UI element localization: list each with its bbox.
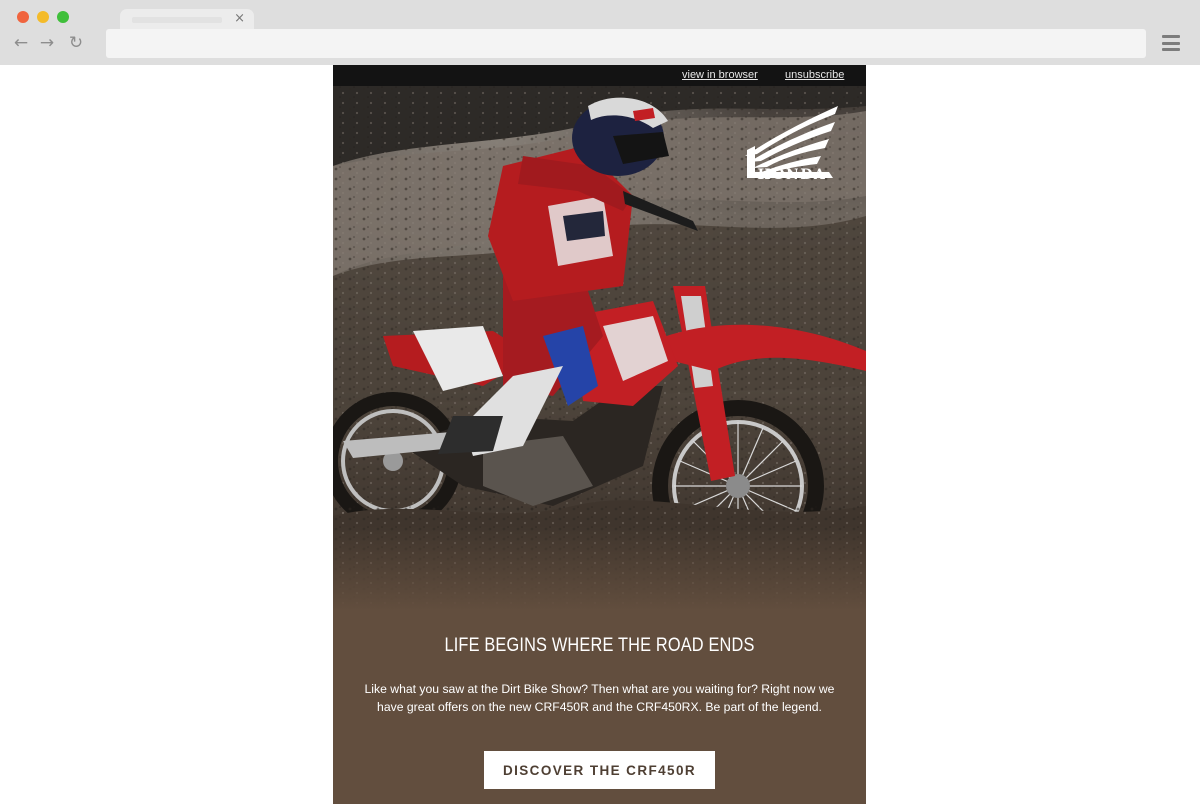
motocross-rider-image: HONDA: [333, 86, 866, 611]
browser-tab[interactable]: ×: [120, 9, 254, 30]
hero-image: HONDA: [333, 86, 866, 611]
tab-title: [132, 17, 222, 23]
arrow-right-icon[interactable]: →: [37, 33, 57, 53]
unsubscribe-link[interactable]: unsubscribe: [785, 69, 844, 81]
hamburger-menu-icon[interactable]: [1160, 33, 1182, 53]
email-headline: LIFE BEGINS WHERE THE ROAD ENDS: [444, 635, 755, 656]
email-top-bar: view in browser unsubscribe: [333, 65, 866, 86]
reload-icon[interactable]: ↻: [66, 33, 86, 53]
email-container: view in browser unsubscribe HONDA LIFE B…: [333, 65, 866, 804]
honda-logo-text: HONDA: [758, 167, 827, 183]
view-in-browser-link[interactable]: view in browser: [682, 69, 758, 81]
email-body-text: Like what you saw at the Dirt Bike Show?…: [364, 682, 835, 714]
window-close-button[interactable]: [17, 11, 29, 23]
arrow-left-icon[interactable]: ←: [11, 33, 31, 53]
address-bar[interactable]: [106, 29, 1146, 58]
tab-close-icon[interactable]: ×: [234, 11, 245, 27]
browser-chrome: × ← → ↻: [0, 0, 1200, 65]
window-minimize-button[interactable]: [37, 11, 49, 23]
window-maximize-button[interactable]: [57, 11, 69, 23]
discover-crf450r-button[interactable]: DISCOVER THE CRF450R: [484, 751, 715, 789]
